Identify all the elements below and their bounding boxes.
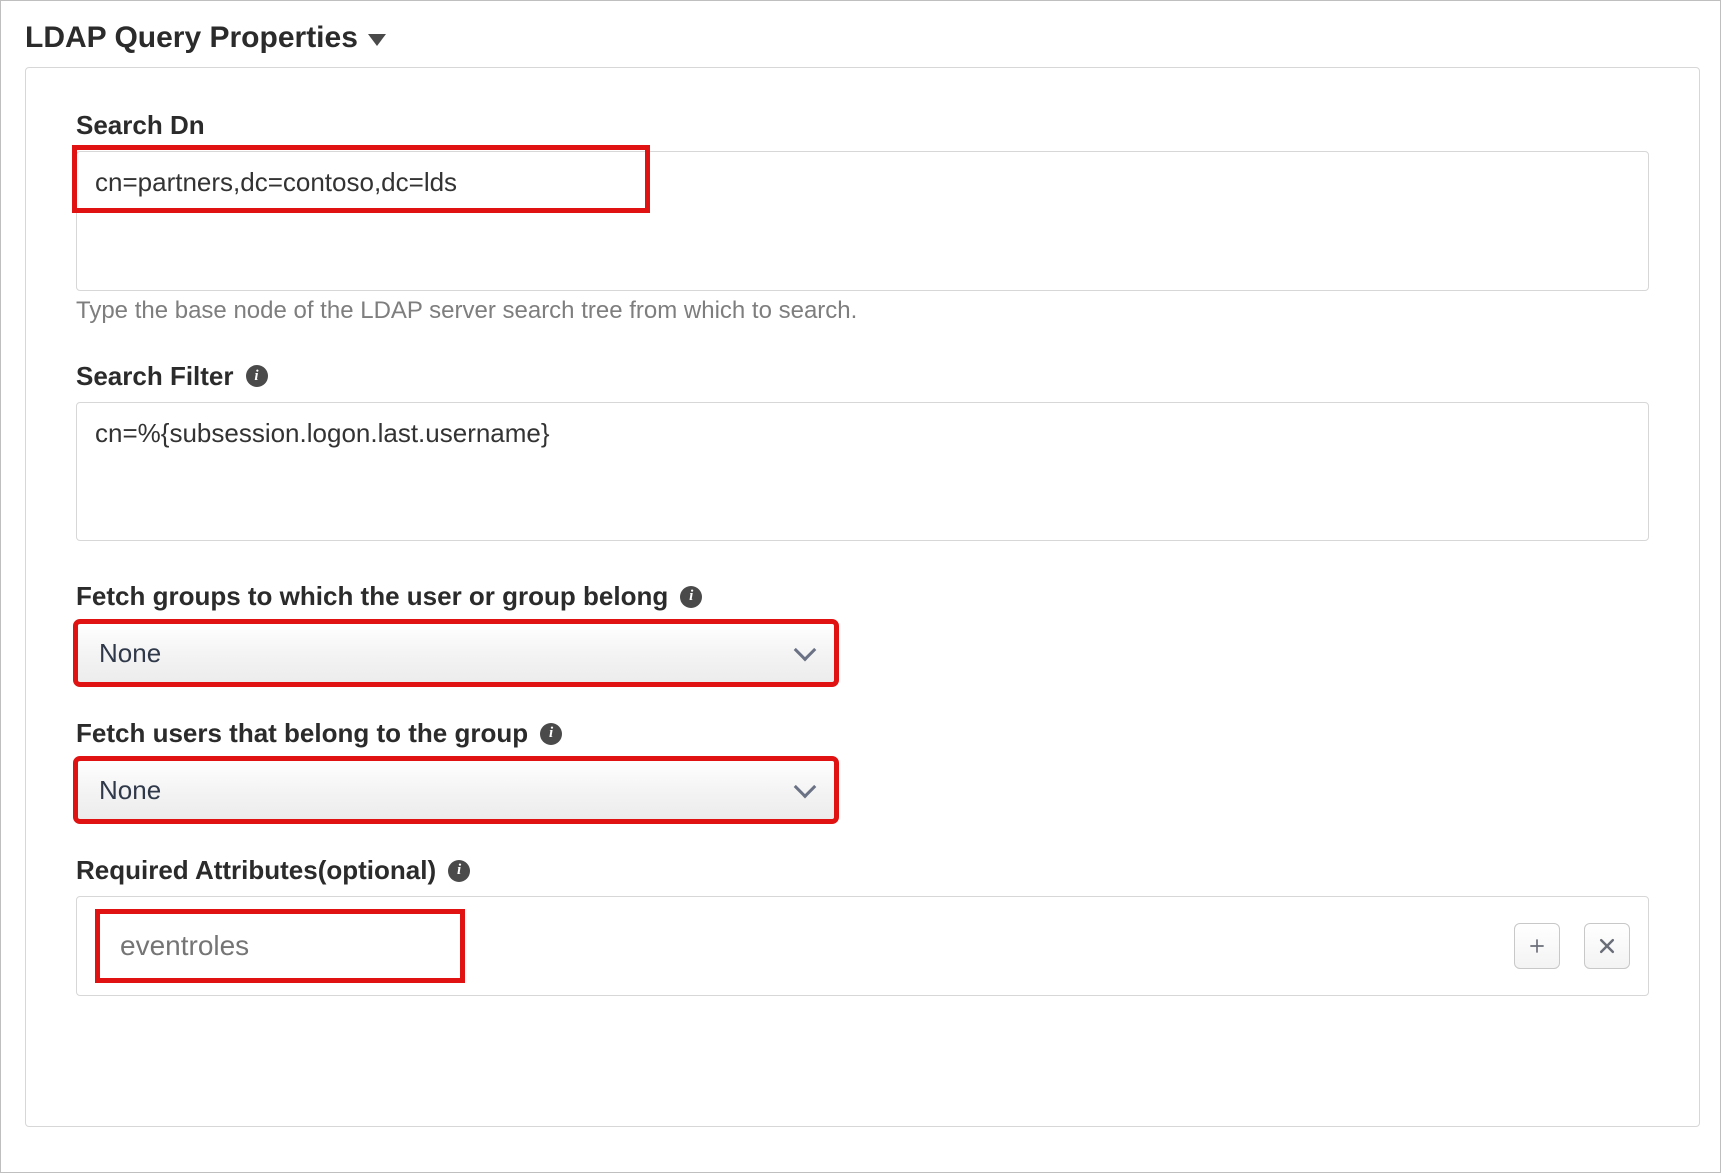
fetch-groups-label: Fetch groups to which the user or group … — [76, 581, 668, 612]
section-header-toggle[interactable]: LDAP Query Properties — [25, 19, 1700, 63]
search-dn-input[interactable] — [76, 151, 1649, 291]
properties-panel-body: Search Dn Type the base node of the LDAP… — [25, 67, 1700, 1127]
highlight-box-required-attr — [95, 909, 465, 983]
fetch-groups-select[interactable]: None — [76, 622, 836, 684]
fetch-groups-selected-value: None — [99, 638, 161, 669]
field-group-fetch-users: Fetch users that belong to the group i N… — [76, 718, 1649, 821]
info-icon[interactable]: i — [540, 723, 562, 745]
chevron-down-icon — [794, 776, 817, 799]
search-dn-helper: Type the base node of the LDAP server se… — [76, 297, 1649, 325]
search-filter-label: Search Filter — [76, 361, 234, 392]
field-group-required-attributes: Required Attributes(optional) i — [76, 855, 1649, 996]
fetch-users-select[interactable]: None — [76, 759, 836, 821]
fetch-users-label: Fetch users that belong to the group — [76, 718, 528, 749]
close-icon — [1597, 936, 1617, 956]
add-attribute-button[interactable] — [1514, 923, 1560, 969]
required-attributes-row — [76, 896, 1649, 996]
required-attribute-input[interactable] — [100, 914, 460, 978]
field-group-search-filter: Search Filter i — [76, 361, 1649, 542]
section-title: LDAP Query Properties — [25, 21, 358, 55]
field-group-fetch-groups: Fetch groups to which the user or group … — [76, 581, 1649, 684]
collapse-triangle-icon — [368, 34, 386, 46]
info-icon[interactable]: i — [680, 586, 702, 608]
plus-icon — [1527, 936, 1547, 956]
ldap-query-properties-panel: LDAP Query Properties Search Dn Type the… — [0, 0, 1721, 1173]
info-icon[interactable]: i — [448, 860, 470, 882]
field-group-search-dn: Search Dn Type the base node of the LDAP… — [76, 110, 1649, 325]
fetch-users-selected-value: None — [99, 775, 161, 806]
search-dn-label: Search Dn — [76, 110, 1649, 141]
info-icon[interactable]: i — [246, 365, 268, 387]
required-attributes-label: Required Attributes(optional) — [76, 855, 436, 886]
remove-attribute-button[interactable] — [1584, 923, 1630, 969]
chevron-down-icon — [794, 639, 817, 662]
search-filter-input[interactable] — [76, 402, 1649, 542]
